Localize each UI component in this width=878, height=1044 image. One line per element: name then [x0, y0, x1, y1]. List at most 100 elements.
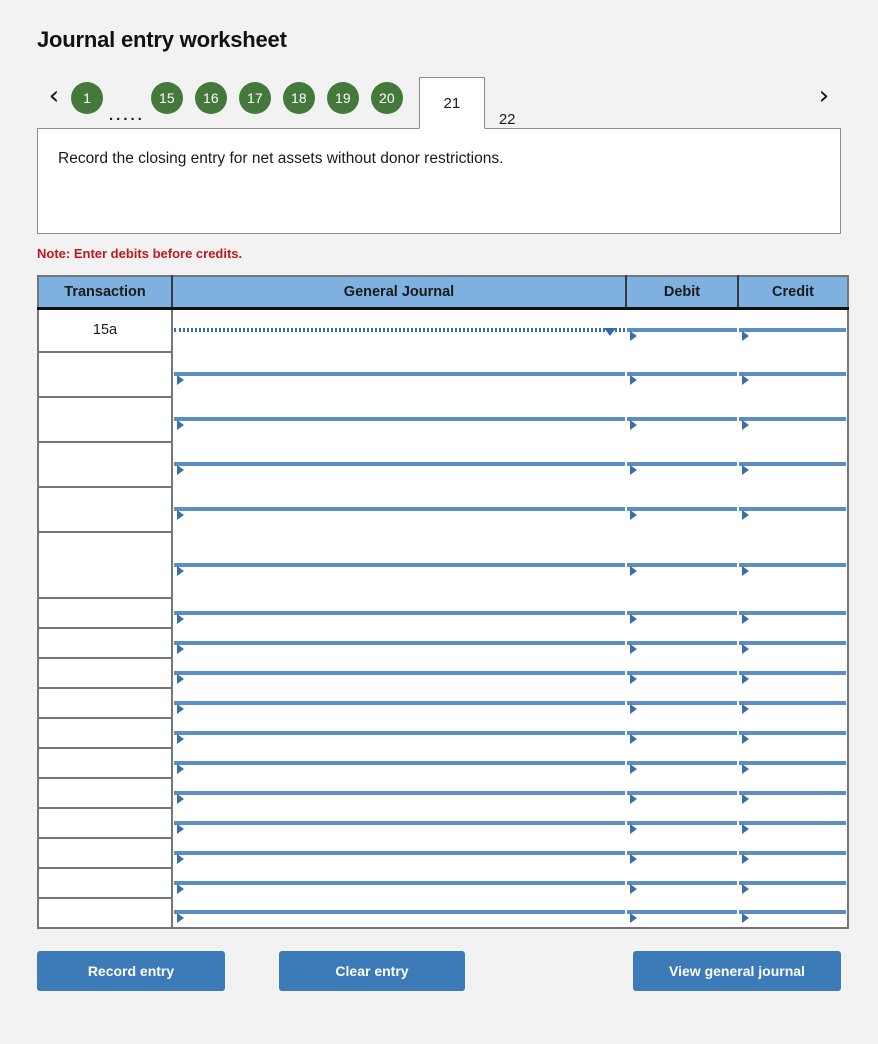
journal-input-field[interactable]	[174, 417, 625, 431]
credit-input-field[interactable]	[739, 328, 846, 342]
credit-input-field[interactable]	[739, 880, 846, 894]
journal-input-field[interactable]	[174, 820, 625, 834]
credit-input-field[interactable]	[739, 507, 846, 521]
debit-input-field[interactable]	[627, 417, 737, 431]
journal-input-cell[interactable]	[172, 628, 626, 659]
tab-transaction-20[interactable]: 20	[370, 82, 403, 115]
credit-input-cell[interactable]	[738, 898, 848, 929]
credit-input-field[interactable]	[739, 562, 846, 576]
journal-input-cell[interactable]	[172, 898, 626, 929]
debit-input-field[interactable]	[627, 562, 737, 576]
debit-input-cell[interactable]	[626, 898, 738, 929]
clear-entry-button[interactable]: Clear entry	[279, 951, 465, 992]
record-entry-button[interactable]: Record entry	[37, 951, 225, 992]
credit-input-field[interactable]	[739, 910, 846, 924]
tab-transaction-19[interactable]: 19	[326, 82, 359, 115]
journal-input-field[interactable]	[174, 610, 625, 624]
debit-input-cell[interactable]	[626, 658, 738, 689]
credit-input-cell[interactable]	[738, 658, 848, 689]
credit-input-cell[interactable]	[738, 628, 848, 659]
journal-input-field[interactable]	[174, 640, 625, 654]
journal-input-field[interactable]	[174, 328, 625, 337]
debit-input-field[interactable]	[627, 790, 737, 804]
debit-input-field[interactable]	[627, 507, 737, 521]
journal-input-field[interactable]	[174, 850, 625, 864]
journal-input-field[interactable]	[174, 730, 625, 744]
debit-input-field[interactable]	[627, 610, 737, 624]
tab-transaction-22[interactable]: 22	[485, 111, 530, 128]
credit-input-cell[interactable]	[738, 442, 848, 488]
credit-input-field[interactable]	[739, 790, 846, 804]
debit-input-cell[interactable]	[626, 532, 738, 599]
journal-input-cell[interactable]	[172, 598, 626, 629]
tab-transaction-1[interactable]: 1	[71, 82, 103, 115]
journal-input-field[interactable]	[174, 790, 625, 804]
debit-input-field[interactable]	[627, 850, 737, 864]
credit-input-cell[interactable]	[738, 532, 848, 599]
debit-input-field[interactable]	[627, 880, 737, 894]
view-general-journal-button[interactable]: View general journal	[633, 951, 841, 992]
tab-transaction-17[interactable]: 17	[238, 82, 271, 115]
journal-input-field[interactable]	[174, 760, 625, 774]
journal-input-cell[interactable]	[172, 838, 626, 869]
debit-input-cell[interactable]	[626, 308, 738, 353]
debit-input-cell[interactable]	[626, 598, 738, 629]
journal-input-field[interactable]	[174, 562, 625, 576]
credit-input-field[interactable]	[739, 372, 846, 386]
credit-input-field[interactable]	[739, 850, 846, 864]
journal-input-cell[interactable]	[172, 718, 626, 749]
credit-input-field[interactable]	[739, 640, 846, 654]
credit-input-cell[interactable]	[738, 308, 848, 353]
debit-input-cell[interactable]	[626, 838, 738, 869]
tab-transaction-18[interactable]: 18	[282, 82, 315, 115]
journal-input-field[interactable]	[174, 700, 625, 714]
journal-input-field[interactable]	[174, 507, 625, 521]
debit-input-field[interactable]	[627, 640, 737, 654]
tab-transaction-15[interactable]: 15	[150, 82, 183, 115]
credit-input-cell[interactable]	[738, 688, 848, 719]
journal-input-field[interactable]	[174, 880, 625, 894]
journal-input-field[interactable]	[174, 670, 625, 684]
debit-input-field[interactable]	[627, 328, 737, 342]
journal-input-cell[interactable]	[172, 808, 626, 839]
debit-input-cell[interactable]	[626, 808, 738, 839]
journal-input-cell[interactable]	[172, 308, 626, 353]
debit-input-field[interactable]	[627, 372, 737, 386]
debit-input-cell[interactable]	[626, 748, 738, 779]
credit-input-cell[interactable]	[738, 868, 848, 899]
debit-input-field[interactable]	[627, 760, 737, 774]
journal-input-cell[interactable]	[172, 442, 626, 488]
journal-input-field[interactable]	[174, 910, 625, 924]
credit-input-cell[interactable]	[738, 748, 848, 779]
journal-input-cell[interactable]	[172, 352, 626, 398]
credit-input-cell[interactable]	[738, 487, 848, 533]
journal-input-field[interactable]	[174, 372, 625, 386]
debit-input-cell[interactable]	[626, 688, 738, 719]
debit-input-cell[interactable]	[626, 868, 738, 899]
credit-input-field[interactable]	[739, 462, 846, 476]
credit-input-cell[interactable]	[738, 352, 848, 398]
debit-input-cell[interactable]	[626, 718, 738, 749]
debit-input-cell[interactable]	[626, 778, 738, 809]
debit-input-field[interactable]	[627, 730, 737, 744]
journal-input-cell[interactable]	[172, 532, 626, 599]
debit-input-cell[interactable]	[626, 442, 738, 488]
credit-input-cell[interactable]	[738, 397, 848, 443]
credit-input-field[interactable]	[739, 820, 846, 834]
journal-input-cell[interactable]	[172, 487, 626, 533]
debit-input-field[interactable]	[627, 820, 737, 834]
journal-input-field[interactable]	[174, 462, 625, 476]
next-tab-icon[interactable]: ›	[807, 70, 841, 128]
journal-input-cell[interactable]	[172, 397, 626, 443]
credit-input-field[interactable]	[739, 610, 846, 624]
credit-input-field[interactable]	[739, 417, 846, 431]
debit-input-field[interactable]	[627, 462, 737, 476]
journal-input-cell[interactable]	[172, 658, 626, 689]
debit-input-cell[interactable]	[626, 397, 738, 443]
tab-transaction-16[interactable]: 16	[194, 82, 227, 115]
journal-input-cell[interactable]	[172, 688, 626, 719]
previous-tab-icon[interactable]: ‹	[37, 70, 71, 128]
journal-input-cell[interactable]	[172, 748, 626, 779]
credit-input-field[interactable]	[739, 730, 846, 744]
credit-input-cell[interactable]	[738, 598, 848, 629]
